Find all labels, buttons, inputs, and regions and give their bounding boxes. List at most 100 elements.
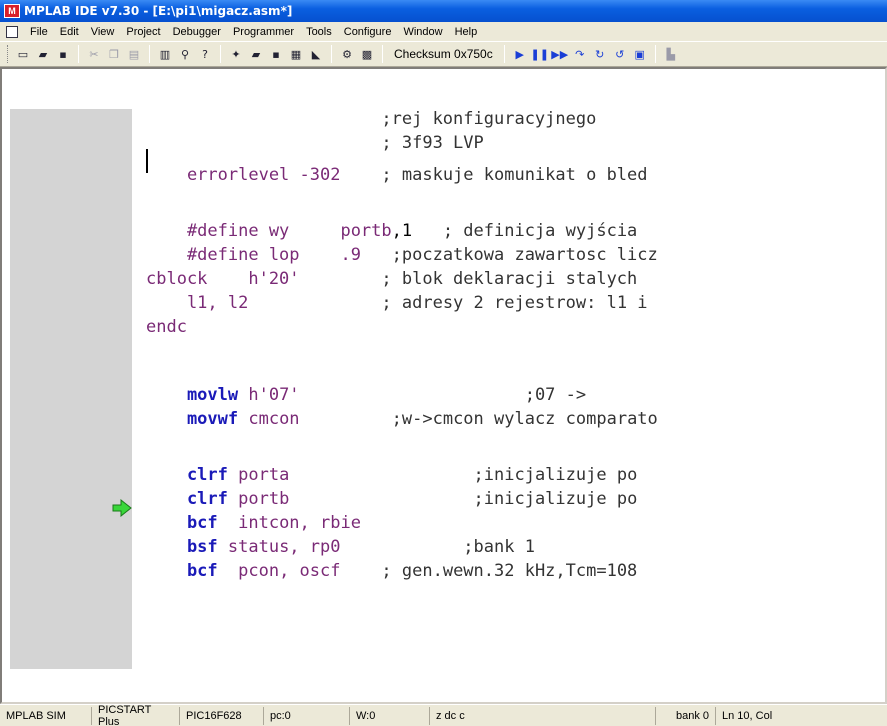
status-pc: pc:0 [264,706,350,725]
toolbar-separator [503,45,505,63]
menu-project[interactable]: Project [120,26,166,38]
code-token: #define wy portb [146,221,392,241]
code-token: cblock h'20' [146,269,300,289]
status-bank: bank 0 [656,706,716,725]
code-line[interactable]: errorlevel -302 ; maskuje komunikat o bl… [146,163,648,187]
status-debugger: MPLAB SIM [0,706,92,725]
print-icon[interactable]: ▥ [157,46,173,62]
menu-view[interactable]: View [85,26,121,38]
step-out-icon[interactable]: ↺ [612,46,628,62]
code-token: porta [227,465,290,485]
code-token: portb [227,489,290,509]
code-token: bsf [146,537,218,557]
code-token: movwf [146,409,239,429]
document-icon[interactable] [6,25,18,38]
code-token: ;poczatkowa zawartosc licz [360,245,658,265]
code-token: cmcon [238,409,300,429]
toolbar-separator [654,45,656,63]
code-token: pcon, oscf [217,561,341,581]
code-token: ;bank 1 [340,537,535,557]
open-file-icon[interactable]: ▰ [35,46,51,62]
code-token: ; definicja wyjścia [412,221,638,241]
animate-icon[interactable]: ▶▶ [551,46,568,62]
code-line[interactable]: bcf pcon, oscf ; gen.wewn.32 kHz,Tcm=108 [146,559,637,583]
toolbar-separator [149,45,150,63]
code-line[interactable]: ;rej konfiguracyjnego [146,107,596,131]
code-line[interactable]: clrf porta ;inicjalizuje po [146,463,637,487]
project-files-icon[interactable]: ▦ [288,46,304,62]
code-token: clrf [146,465,228,485]
code-line[interactable]: movlw h'07' ;07 -> [146,383,586,407]
mplab-logo-icon[interactable]: M [4,4,20,18]
menu-debugger[interactable]: Debugger [167,26,227,38]
menu-tools[interactable]: Tools [300,26,338,38]
save-icon[interactable]: ▪ [55,46,71,62]
code-line[interactable]: #define wy portb,1 ; definicja wyjścia [146,219,637,243]
code-line[interactable]: l1, l2 ; adresy 2 rejestrow: l1 i [146,291,648,315]
code-token: ; blok deklaracji stalych [299,269,638,289]
code-line[interactable]: clrf portb ;inicjalizuje po [146,487,637,511]
status-device: PIC16F628 [180,706,264,725]
step-over-icon[interactable]: ↻ [592,46,608,62]
paste-icon[interactable]: ▤ [126,46,142,62]
status-line-col: Ln 10, Col [722,709,773,722]
menu-programmer[interactable]: Programmer [227,26,300,38]
toolbar-separator [220,45,221,63]
code-line[interactable]: cblock h'20' ; blok deklaracji stalych [146,267,637,291]
code-token: ;rej konfiguracyjnego [146,109,597,129]
new-file-icon[interactable]: ▭ [15,46,31,62]
menu-configure[interactable]: Configure [338,26,398,38]
menu-edit[interactable]: Edit [54,26,85,38]
code-token: ;inicjalizuje po [289,465,638,485]
code-token: #define lop .9 [146,245,361,265]
reset-icon[interactable]: ▣ [632,46,648,62]
code-token: intcon, rbie [217,513,361,533]
toolbar-grip[interactable] [7,45,10,63]
code-token: bcf [146,561,218,581]
code-line[interactable]: ; 3f93 LVP [146,131,483,155]
code-token: l1, l2 [146,293,249,313]
code-token: status, rp0 [217,537,341,557]
help-icon[interactable]: ? [197,46,213,62]
open-project-icon[interactable]: ▰ [248,46,264,62]
menu-file[interactable]: File [24,26,54,38]
halt-icon[interactable]: ❚❚ [531,46,549,62]
copy-icon[interactable]: ❐ [106,46,122,62]
code-token: ; gen.wewn.32 kHz,Tcm=108 [340,561,638,581]
status-flags: z dc c [430,706,656,725]
code-editor[interactable]: ;rej konfiguracyjnego ; 3f93 LVP errorle… [0,67,887,704]
code-token: endc [146,317,187,337]
title-bar: M MPLAB IDE v7.30 - [E:\pi1\migacz.asm*] [0,0,887,22]
toolbar-separator [78,45,79,63]
build-icon[interactable]: ⚙ [339,46,355,62]
toolbar-separator [382,45,383,63]
import-icon[interactable]: ◣ [308,46,324,62]
code-token: ;07 -> [299,385,587,405]
code-token: clrf [146,489,228,509]
code-token: ,1 [391,221,413,241]
run-icon[interactable]: ▶ [512,46,528,62]
code-token: h'07' [238,385,300,405]
editor-gutter[interactable] [10,109,132,669]
status-w-register: W:0 [350,706,430,725]
cut-icon[interactable]: ✂ [86,46,102,62]
code-line[interactable]: bcf intcon, rbie [146,511,361,535]
code-token: bcf [146,513,218,533]
new-project-icon[interactable]: ✦ [228,46,244,62]
code-token: errorlevel -302 [146,165,341,185]
build-all-icon[interactable]: ▩ [359,46,375,62]
save-project-icon[interactable]: ▪ [268,46,284,62]
code-token: ; adresy 2 rejestrow: l1 i [248,293,648,313]
program-counter-arrow-icon [112,498,132,520]
step-into-icon[interactable]: ↷ [572,46,588,62]
code-line[interactable]: bsf status, rp0 ;bank 1 [146,535,535,559]
breakpoint-icon[interactable]: ▙ [663,46,679,62]
code-text-area[interactable]: ;rej konfiguracyjnego ; 3f93 LVP errorle… [132,69,885,702]
menu-help[interactable]: Help [449,26,484,38]
code-line[interactable]: endc [146,315,187,339]
menu-window[interactable]: Window [397,26,448,38]
status-bar: MPLAB SIM PICSTART Plus PIC16F628 pc:0 W… [0,704,887,726]
find-icon[interactable]: ⚲ [177,46,193,62]
code-line[interactable]: movwf cmcon ;w->cmcon wylacz comparato [146,407,658,431]
code-line[interactable]: #define lop .9 ;poczatkowa zawartosc lic… [146,243,658,267]
